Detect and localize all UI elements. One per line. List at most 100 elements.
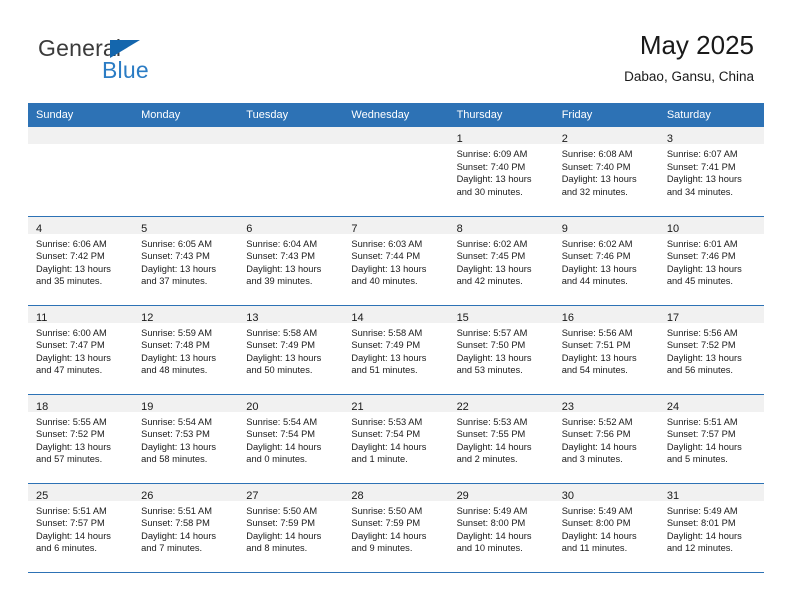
day-cell-body: Sunrise: 6:02 AM Sunset: 7:45 PM Daylight:… [449,234,554,288]
day-number-strip: 25 [28,483,134,502]
day-cell-inner [28,127,134,216]
day-number-strip: 5 [133,216,239,235]
daylight-text-line2: and 10 minutes. [456,543,523,554]
sunrise-text: Sunrise: 5:56 AM [666,327,738,338]
sunrise-text: Sunrise: 5:53 AM [456,416,528,427]
calendar-day-cell[interactable]: 14 Sunrise: 5:58 AM Sunset: 7:49 PM Dayligh… [343,304,449,394]
sunrise-text: Sunrise: 5:54 AM [141,416,212,427]
day-cell-body: Sunrise: 6:07 AM Sunset: 7:41 PM Daylight:… [659,144,764,198]
calendar-day-cell[interactable]: 29 Sunrise: 5:49 AM Sunset: 8:00 PM Dayligh… [448,482,554,573]
calendar-day-cell[interactable]: 21 Sunrise: 5:53 AM Sunset: 7:54 PM Dayligh… [343,393,449,483]
daylight-text-line1: Daylight: 14 hours [666,441,742,452]
calendar-day-cell[interactable]: 8 Sunrise: 6:02 AM Sunset: 7:45 PM Daylight… [448,215,554,305]
calendar-day-cell[interactable]: 30 Sunrise: 5:49 AM Sunset: 8:00 PM Dayligh… [553,482,659,573]
calendar-day-cell[interactable]: 4 Sunrise: 6:06 AM Sunset: 7:42 PM Daylight… [28,215,134,305]
weekday-header-monday: Monday [133,103,239,127]
day-number-strip: 24 [658,394,764,413]
sunrise-text: Sunrise: 5:58 AM [351,327,423,338]
daylight-text-line1: Daylight: 13 hours [141,263,217,274]
calendar-day-cell[interactable]: 11 Sunrise: 6:00 AM Sunset: 7:47 PM Dayligh… [28,304,134,394]
daylight-text-line1: Daylight: 14 hours [666,530,742,541]
sunset-text: Sunset: 7:47 PM [36,340,105,351]
day-number-strip: 30 [553,483,659,502]
calendar-day-cell[interactable]: 20 Sunrise: 5:54 AM Sunset: 7:54 PM Dayligh… [238,393,344,483]
day-cell-body: Sunrise: 6:03 AM Sunset: 7:44 PM Daylight:… [343,234,448,288]
calendar-day-cell[interactable]: 12 Sunrise: 5:59 AM Sunset: 7:48 PM Dayligh… [133,304,239,394]
daylight-text-line2: and 5 minutes. [666,454,728,465]
sunset-text: Sunset: 7:54 PM [246,429,316,440]
calendar-day-cell[interactable]: 5 Sunrise: 6:05 AM Sunset: 7:43 PM Daylight… [133,215,239,305]
day-number-strip: 28 [343,483,449,502]
weekday-header-thursday: Thursday [448,103,554,127]
calendar-day-cell[interactable]: 27 Sunrise: 5:50 AM Sunset: 7:59 PM Dayligh… [238,482,344,573]
calendar-day-cell[interactable]: 24 Sunrise: 5:51 AM Sunset: 7:57 PM Dayligh… [658,393,764,483]
calendar-day-cell[interactable]: 15 Sunrise: 5:57 AM Sunset: 7:50 PM Dayligh… [448,304,554,394]
day-number: 22 [456,400,469,413]
calendar-day-cell[interactable]: 19 Sunrise: 5:54 AM Sunset: 7:53 PM Dayligh… [133,393,239,483]
day-cell-body: Sunrise: 6:05 AM Sunset: 7:43 PM Daylight:… [133,234,238,288]
calendar-day-cell[interactable]: 3 Sunrise: 6:07 AM Sunset: 7:41 PM Daylight… [658,127,764,216]
daylight-text-line2: and 32 minutes. [561,186,628,197]
calendar-day-cell[interactable]: 25 Sunrise: 5:51 AM Sunset: 7:57 PM Dayligh… [28,482,134,573]
calendar-week-row: 4 Sunrise: 6:06 AM Sunset: 7:42 PM Daylight… [28,215,764,305]
calendar-day-cell[interactable]: 1 Sunrise: 6:09 AM Sunset: 7:40 PM Daylight… [448,127,554,216]
general-blue-logo[interactable]: General Blue [38,35,258,93]
day-number: 30 [561,489,574,502]
daylight-text-line1: Daylight: 14 hours [456,441,532,452]
page-title: May 2025 [639,30,754,60]
daylight-text-line1: Daylight: 13 hours [351,263,427,274]
calendar-day-cell[interactable]: 2 Sunrise: 6:08 AM Sunset: 7:40 PM Daylight… [553,127,659,216]
day-number: 13 [246,311,259,324]
daylight-text-line1: Daylight: 14 hours [246,530,322,541]
calendar-day-cell[interactable]: 26 Sunrise: 5:51 AM Sunset: 7:58 PM Dayligh… [133,482,239,573]
day-cell-inner [343,127,449,216]
day-cell-inner: 17 Sunrise: 5:56 AM Sunset: 7:52 PM Dayligh… [658,305,764,394]
logo-triangle-icon [110,40,140,58]
day-number-strip: 18 [28,394,134,413]
day-cell-body: Sunrise: 6:08 AM Sunset: 7:40 PM Daylight:… [554,144,659,198]
day-cell-body [133,144,238,148]
day-cell-inner: 31 Sunrise: 5:49 AM Sunset: 8:01 PM Dayligh… [658,483,764,572]
day-cell-body: Sunrise: 5:55 AM Sunset: 7:52 PM Daylight:… [28,412,133,466]
calendar-day-cell[interactable]: 22 Sunrise: 5:53 AM Sunset: 7:55 PM Dayligh… [448,393,554,483]
calendar-day-cell[interactable]: 9 Sunrise: 6:02 AM Sunset: 7:46 PM Daylight… [553,215,659,305]
day-cell-inner: 7 Sunrise: 6:03 AM Sunset: 7:44 PM Daylight… [343,216,449,305]
day-number-strip: 26 [133,483,239,502]
day-cell-body: Sunrise: 5:58 AM Sunset: 7:49 PM Daylight:… [238,323,343,377]
daylight-text-line2: and 45 minutes. [666,276,733,287]
calendar-day-cell[interactable]: 13 Sunrise: 5:58 AM Sunset: 7:49 PM Dayligh… [238,304,344,394]
calendar-day-cell[interactable]: 10 Sunrise: 6:01 AM Sunset: 7:46 PM Dayligh… [658,215,764,305]
calendar-day-cell[interactable]: 6 Sunrise: 6:04 AM Sunset: 7:43 PM Daylight… [238,215,344,305]
daylight-text-line2: and 37 minutes. [141,276,208,287]
day-number: 10 [666,222,680,235]
day-number: 27 [246,489,259,502]
calendar-day-cell[interactable]: 31 Sunrise: 5:49 AM Sunset: 8:01 PM Dayligh… [658,482,764,573]
daylight-text-line2: and 42 minutes. [456,276,523,287]
calendar-day-cell[interactable]: 28 Sunrise: 5:50 AM Sunset: 7:59 PM Dayligh… [343,482,449,573]
weekday-header-sunday: Sunday [28,103,134,127]
day-cell-body [343,144,448,148]
day-number-strip [343,127,449,144]
sunset-text: Sunset: 7:54 PM [351,429,421,440]
calendar-day-cell[interactable]: 23 Sunrise: 5:52 AM Sunset: 7:56 PM Dayligh… [553,393,659,483]
calendar-day-cell[interactable]: 17 Sunrise: 5:56 AM Sunset: 7:52 PM Dayligh… [658,304,764,394]
calendar-day-cell[interactable]: 16 Sunrise: 5:56 AM Sunset: 7:51 PM Dayligh… [553,304,659,394]
calendar-week-row: 11 Sunrise: 6:00 AM Sunset: 7:47 PM Dayligh… [28,304,764,394]
sunset-text: Sunset: 7:57 PM [666,429,736,440]
day-number: 14 [351,311,364,324]
sunrise-text: Sunrise: 5:51 AM [36,505,107,516]
sunset-text: Sunset: 7:40 PM [456,161,526,172]
sunrise-text: Sunrise: 5:50 AM [246,505,318,516]
day-cell-inner: 8 Sunrise: 6:02 AM Sunset: 7:45 PM Daylight… [448,216,554,305]
calendar-day-cell[interactable]: 7 Sunrise: 6:03 AM Sunset: 7:44 PM Daylight… [343,215,449,305]
day-number: 6 [246,222,253,235]
sunrise-text: Sunrise: 6:02 AM [456,238,528,249]
daylight-text-line2: and 34 minutes. [666,186,733,197]
calendar-day-cell[interactable]: 18 Sunrise: 5:55 AM Sunset: 7:52 PM Dayligh… [28,393,134,483]
day-number-strip: 4 [28,216,134,235]
sunset-text: Sunset: 7:59 PM [351,518,421,529]
day-cell-inner: 27 Sunrise: 5:50 AM Sunset: 7:59 PM Dayligh… [238,483,344,572]
logo-text-blue: Blue [102,57,149,83]
day-number-strip: 15 [448,305,554,324]
daylight-text-line1: Daylight: 13 hours [456,263,532,274]
